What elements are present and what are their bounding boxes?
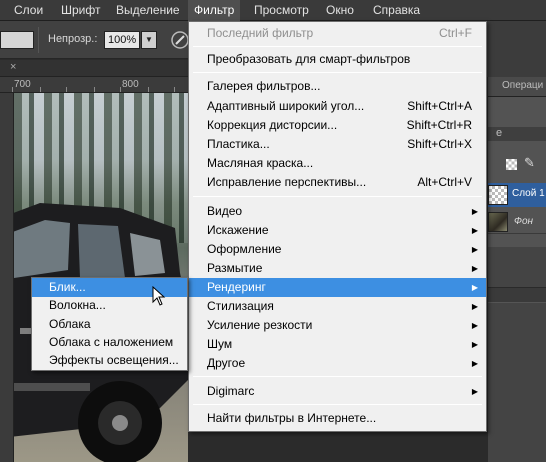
menu-item-sharpen[interactable]: Усиление резкости ▶ xyxy=(189,316,486,335)
submenu-item-difference-clouds[interactable]: Облака с наложением xyxy=(32,333,187,352)
panel-lower-area xyxy=(488,247,546,462)
menu-item-oil-paint[interactable]: Масляная краска... xyxy=(189,154,486,173)
submenu-arrow-icon: ▶ xyxy=(471,245,478,254)
layer-name: Фон xyxy=(514,216,534,227)
submenu-item-lighting-effects[interactable]: Эффекты освещения... xyxy=(32,351,187,370)
menu-item-noise[interactable]: Шум ▶ xyxy=(189,335,486,354)
submenu-arrow-icon: ▶ xyxy=(471,302,478,311)
menu-item-pixelate[interactable]: Оформление ▶ xyxy=(189,240,486,259)
layer-name: Слой 1 xyxy=(512,188,545,199)
menu-item-vanishing-point[interactable]: Исправление перспективы... Alt+Ctrl+V xyxy=(189,173,486,192)
lock-row: ✎ xyxy=(488,155,546,175)
panel-header-label: е xyxy=(496,127,503,139)
submenu-arrow-icon: ▶ xyxy=(471,226,478,235)
menu-select[interactable]: Выделение xyxy=(110,0,186,21)
vertical-ruler xyxy=(0,93,14,462)
actions-tab-label: Операци xyxy=(502,80,544,91)
menu-item-browse-filters-online[interactable]: Найти фильтры в Интернете... xyxy=(189,409,486,428)
menu-item-adaptive-wide-angle[interactable]: Адаптивный широкий угол... Shift+Ctrl+A xyxy=(189,97,486,116)
menu-item-other[interactable]: Другое ▶ xyxy=(189,354,486,373)
actions-panel-tab[interactable]: Операци xyxy=(488,77,546,97)
layer-row[interactable]: Фон xyxy=(488,210,546,234)
menu-divider xyxy=(193,72,482,73)
mode-dropdown[interactable] xyxy=(0,31,34,49)
submenu-arrow-icon: ▶ xyxy=(471,387,478,396)
menu-divider xyxy=(193,376,482,377)
panel-gap xyxy=(486,21,546,77)
submenu-arrow-icon: ▶ xyxy=(471,321,478,330)
submenu-arrow-icon: ▶ xyxy=(471,207,478,216)
menu-item-lens-correction[interactable]: Коррекция дисторсии... Shift+Ctrl+R xyxy=(189,116,486,135)
lock-transparency-icon[interactable] xyxy=(506,159,517,170)
opacity-dropdown-arrow[interactable]: ▼ xyxy=(141,31,157,49)
menu-filter[interactable]: Фильтр xyxy=(188,0,241,21)
mouse-cursor-icon xyxy=(152,286,166,306)
menu-divider xyxy=(193,46,482,47)
menu-layers[interactable]: Слои xyxy=(8,0,49,21)
menu-item-smart-filters[interactable]: Преобразовать для смарт-фильтров xyxy=(189,50,486,69)
opacity-input[interactable]: 100% xyxy=(104,31,140,49)
filter-menu: Последний фильтр Ctrl+F Преобразовать для… xyxy=(188,21,487,432)
submenu-arrow-icon: ▶ xyxy=(471,264,478,273)
submenu-item-clouds[interactable]: Облака xyxy=(32,315,187,334)
submenu-arrow-icon: ▶ xyxy=(471,283,478,292)
horizontal-ruler: 700 800 xyxy=(0,77,188,93)
close-icon[interactable]: × xyxy=(10,61,16,73)
menu-item-render[interactable]: Рендеринг ▶ xyxy=(189,278,486,297)
menu-divider xyxy=(193,404,482,405)
layers-panel: е ✎ Слой 1 Фон xyxy=(488,97,546,462)
menu-item-blur[interactable]: Размытие ▶ xyxy=(189,259,486,278)
submenu-arrow-icon: ▶ xyxy=(471,359,478,368)
menu-item-distort[interactable]: Искажение ▶ xyxy=(189,221,486,240)
lock-pixels-icon[interactable]: ✎ xyxy=(524,155,535,171)
ruler-number: 800 xyxy=(122,79,139,90)
ruler-number: 700 xyxy=(14,79,31,90)
menu-bar: Слои Шрифт Выделение Фильтр Просмотр Окн… xyxy=(0,0,546,21)
options-divider xyxy=(38,27,39,53)
menu-type[interactable]: Шрифт xyxy=(55,0,106,21)
menu-item-last-filter[interactable]: Последний фильтр Ctrl+F xyxy=(189,24,486,43)
layer-thumbnail xyxy=(488,185,508,205)
menu-item-video[interactable]: Видео ▶ xyxy=(189,202,486,221)
airbrush-icon[interactable] xyxy=(170,30,190,50)
layer-thumbnail xyxy=(488,212,508,232)
layer-row-selected[interactable]: Слой 1 xyxy=(488,183,546,207)
menu-view[interactable]: Просмотр xyxy=(248,0,315,21)
panel-divider-band xyxy=(488,287,546,303)
submenu-arrow-icon: ▶ xyxy=(471,340,478,349)
opacity-label: Непрозр.: xyxy=(48,33,98,45)
menu-window[interactable]: Окно xyxy=(320,0,360,21)
panel-header[interactable]: е xyxy=(488,127,546,141)
menu-divider xyxy=(193,196,482,197)
menu-item-liquify[interactable]: Пластика... Shift+Ctrl+X xyxy=(189,135,486,154)
document-tab-strip: × xyxy=(0,60,188,77)
menu-item-digimarc[interactable]: Digimarc ▶ xyxy=(189,382,486,401)
menu-item-stylize[interactable]: Стилизация ▶ xyxy=(189,297,486,316)
menu-help[interactable]: Справка xyxy=(367,0,426,21)
menu-item-filter-gallery[interactable]: Галерея фильтров... xyxy=(189,77,486,96)
